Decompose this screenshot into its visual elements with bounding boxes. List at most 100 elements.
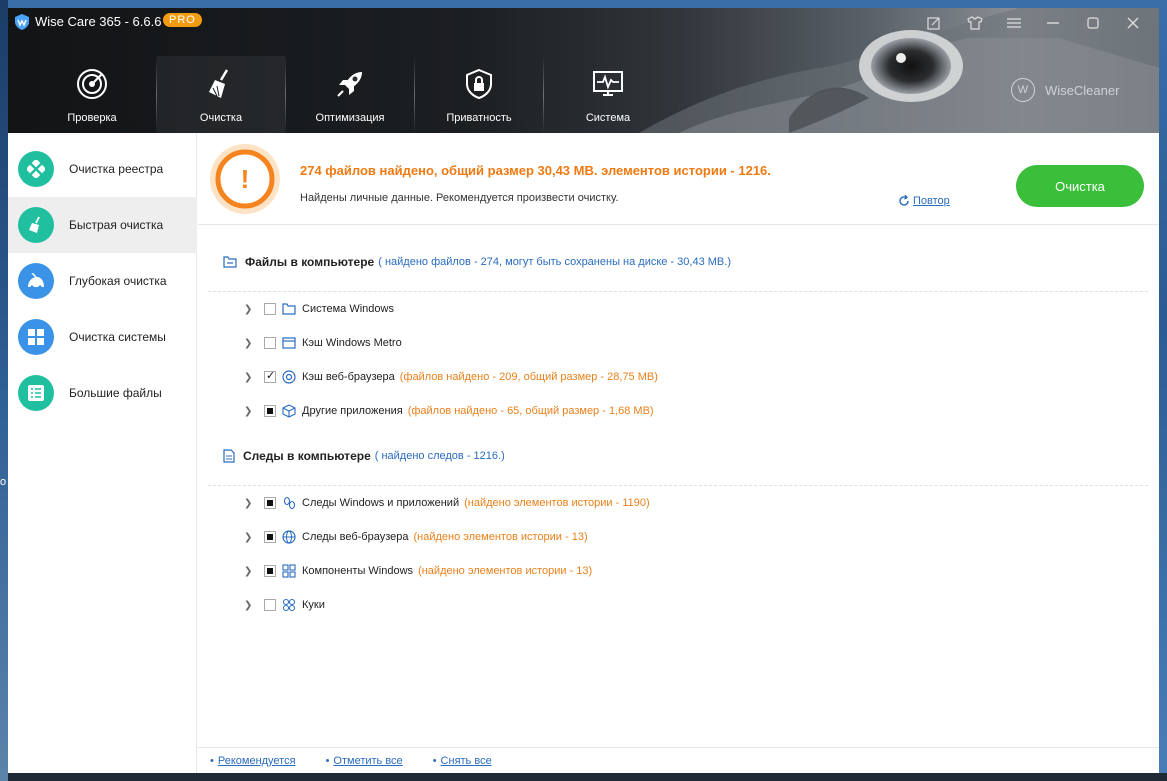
checkbox[interactable] <box>264 531 276 543</box>
list-item-browser-traces[interactable]: ❯ Следы веб-браузера (найдено элементов … <box>244 527 588 547</box>
chevron-right-icon[interactable]: ❯ <box>244 498 254 509</box>
monitor-pulse-icon <box>593 71 623 96</box>
files-section-title: Файлы в компьютере <box>245 255 375 269</box>
list-item-windows-metro-cache[interactable]: ❯ Кэш Windows Metro <box>244 333 402 353</box>
broom-icon <box>209 69 229 98</box>
sidebar-item-large-files[interactable]: Большие файлы <box>8 365 197 421</box>
sidebar-item-registry-clean[interactable]: Очистка реестра <box>8 141 197 197</box>
window-tile-icon <box>282 337 296 349</box>
list-item-label: Следы веб-браузера <box>302 531 409 543</box>
traces-section-header: Следы в компьютере ( найдено следов - 12… <box>223 449 505 463</box>
list-item-windows-components[interactable]: ❯ Компоненты Windows (найдено элементов … <box>244 561 592 581</box>
chevron-right-icon[interactable]: ❯ <box>244 600 254 611</box>
checkbox[interactable] <box>264 405 276 417</box>
wisecleaner-brand[interactable]: W WiseCleaner <box>1011 78 1119 102</box>
list-item-info: (файлов найдено - 209, общий размер - 28… <box>399 371 658 383</box>
main-nav: Проверка Очистка Оптимизация Приватность… <box>28 56 672 133</box>
chevron-right-icon[interactable]: ❯ <box>244 406 254 417</box>
list-item-other-apps[interactable]: ❯ Другие приложения (файлов найдено - 65… <box>244 401 654 421</box>
close-icon[interactable] <box>1124 14 1142 32</box>
skin-icon[interactable] <box>966 14 984 32</box>
sidebar: Очистка реестра Быстрая очистка Глубокая… <box>8 133 197 773</box>
feedback-icon[interactable] <box>925 14 943 32</box>
radar-icon <box>77 69 107 99</box>
footprints-icon <box>283 496 296 510</box>
maximize-icon[interactable] <box>1084 14 1102 32</box>
folder-icon <box>223 256 237 268</box>
desktop-background <box>0 0 8 781</box>
app-title: Wise Care 365 - 6.6.6 <box>35 14 162 29</box>
broom-icon <box>18 207 54 243</box>
sidebar-item-label: Большие файлы <box>69 386 162 400</box>
list-item-info: (файлов найдено - 65, общий размер - 1,6… <box>407 405 654 417</box>
retry-link[interactable]: Повтор <box>898 195 950 207</box>
list-item-label: Система Windows <box>302 303 394 315</box>
checkbox[interactable] <box>264 303 276 315</box>
checkbox[interactable] <box>264 565 276 577</box>
chevron-right-icon[interactable]: ❯ <box>244 532 254 543</box>
sidebar-item-system-clean[interactable]: Очистка системы <box>8 309 197 365</box>
nav-tab-clean[interactable]: Очистка <box>157 56 285 133</box>
nav-tab-label: Очистка <box>199 112 243 124</box>
nav-tab-privacy[interactable]: Приватность <box>415 56 543 133</box>
checkbox[interactable] <box>264 599 276 611</box>
list-item-info: (найдено элементов истории - 1190) <box>464 497 650 509</box>
chevron-right-icon[interactable]: ❯ <box>244 338 254 349</box>
traces-section-detail: ( найдено следов - 1216.) <box>374 450 505 462</box>
list-item-windows-system[interactable]: ❯ Система Windows <box>244 299 394 319</box>
sidebar-item-quick-clean[interactable]: Быстрая очистка <box>8 197 197 253</box>
header-banner: Wise Care 365 - 6.6.6 PRO Проверка Очист… <box>8 8 1159 133</box>
app-window: Wise Care 365 - 6.6.6 PRO Проверка Очист… <box>8 8 1159 773</box>
list-item-label: Кэш Windows Metro <box>302 337 402 349</box>
nav-tab-optimize[interactable]: Оптимизация <box>286 56 414 133</box>
checkbox[interactable] <box>264 497 276 509</box>
list-item-browser-cache[interactable]: ❯ Кэш веб-браузера (файлов найдено - 209… <box>244 367 658 387</box>
windows-icon <box>18 319 54 355</box>
list-item-windows-app-traces[interactable]: ❯ Следы Windows и приложений (найдено эл… <box>244 493 650 513</box>
document-icon <box>223 449 235 463</box>
list-item-info: (найдено элементов истории - 13) <box>418 565 593 577</box>
sidebar-item-deep-clean[interactable]: Глубокая очистка <box>8 253 197 309</box>
chevron-right-icon[interactable]: ❯ <box>244 566 254 577</box>
sidebar-item-label: Быстрая очистка <box>69 218 164 232</box>
file-list-icon <box>18 375 54 411</box>
checkbox[interactable] <box>264 369 276 383</box>
nav-tab-label: Проверка <box>67 112 117 124</box>
registry-icon <box>18 151 54 187</box>
lock-shield-icon <box>466 68 492 100</box>
chevron-right-icon[interactable]: ❯ <box>244 304 254 315</box>
pro-badge: PRO <box>163 13 202 27</box>
files-section-detail: ( найдено файлов - 274, могут быть сохра… <box>378 256 731 268</box>
list-item-label: Кэш веб-браузера <box>302 371 395 383</box>
nav-tab-check[interactable]: Проверка <box>28 56 156 133</box>
globe-icon <box>282 530 296 544</box>
menu-icon[interactable] <box>1005 14 1023 32</box>
scan-result-title: 274 файлов найдено, общий размер 30,43 M… <box>300 163 771 178</box>
nav-tab-label: Оптимизация <box>315 112 385 124</box>
list-item-info: (найдено элементов истории - 13) <box>413 531 588 543</box>
deselect-all-link[interactable]: Снять все <box>433 755 492 767</box>
checkbox[interactable] <box>264 337 276 349</box>
sidebar-item-label: Очистка реестра <box>69 162 164 176</box>
chevron-right-icon[interactable]: ❯ <box>244 372 254 383</box>
list-item-label: Куки <box>302 599 325 611</box>
list-item-label: Компоненты Windows <box>302 565 414 577</box>
nav-tab-system[interactable]: Система <box>544 56 672 133</box>
warning-icon: ! <box>210 144 280 214</box>
rocket-icon <box>337 72 362 97</box>
clean-button[interactable]: Очистка <box>1016 165 1144 207</box>
browser-cache-icon <box>282 370 296 384</box>
title-bar[interactable]: Wise Care 365 - 6.6.6 PRO <box>8 8 1159 38</box>
windows-icon <box>282 564 296 578</box>
minimize-icon[interactable] <box>1044 14 1062 32</box>
select-all-link[interactable]: Отметить все <box>326 755 402 767</box>
recommended-link[interactable]: Рекомендуется <box>210 755 296 767</box>
list-item-cookies[interactable]: ❯ Куки <box>244 595 325 615</box>
wisecleaner-logo-icon: W <box>1011 78 1035 102</box>
desktop-text-fragment: o <box>0 476 7 488</box>
traces-section-title: Следы в компьютере <box>243 449 371 463</box>
nav-tab-label: Система <box>585 112 631 124</box>
sidebar-item-label: Очистка системы <box>69 330 166 344</box>
cookie-icon <box>282 598 296 612</box>
section-divider <box>208 485 1148 486</box>
